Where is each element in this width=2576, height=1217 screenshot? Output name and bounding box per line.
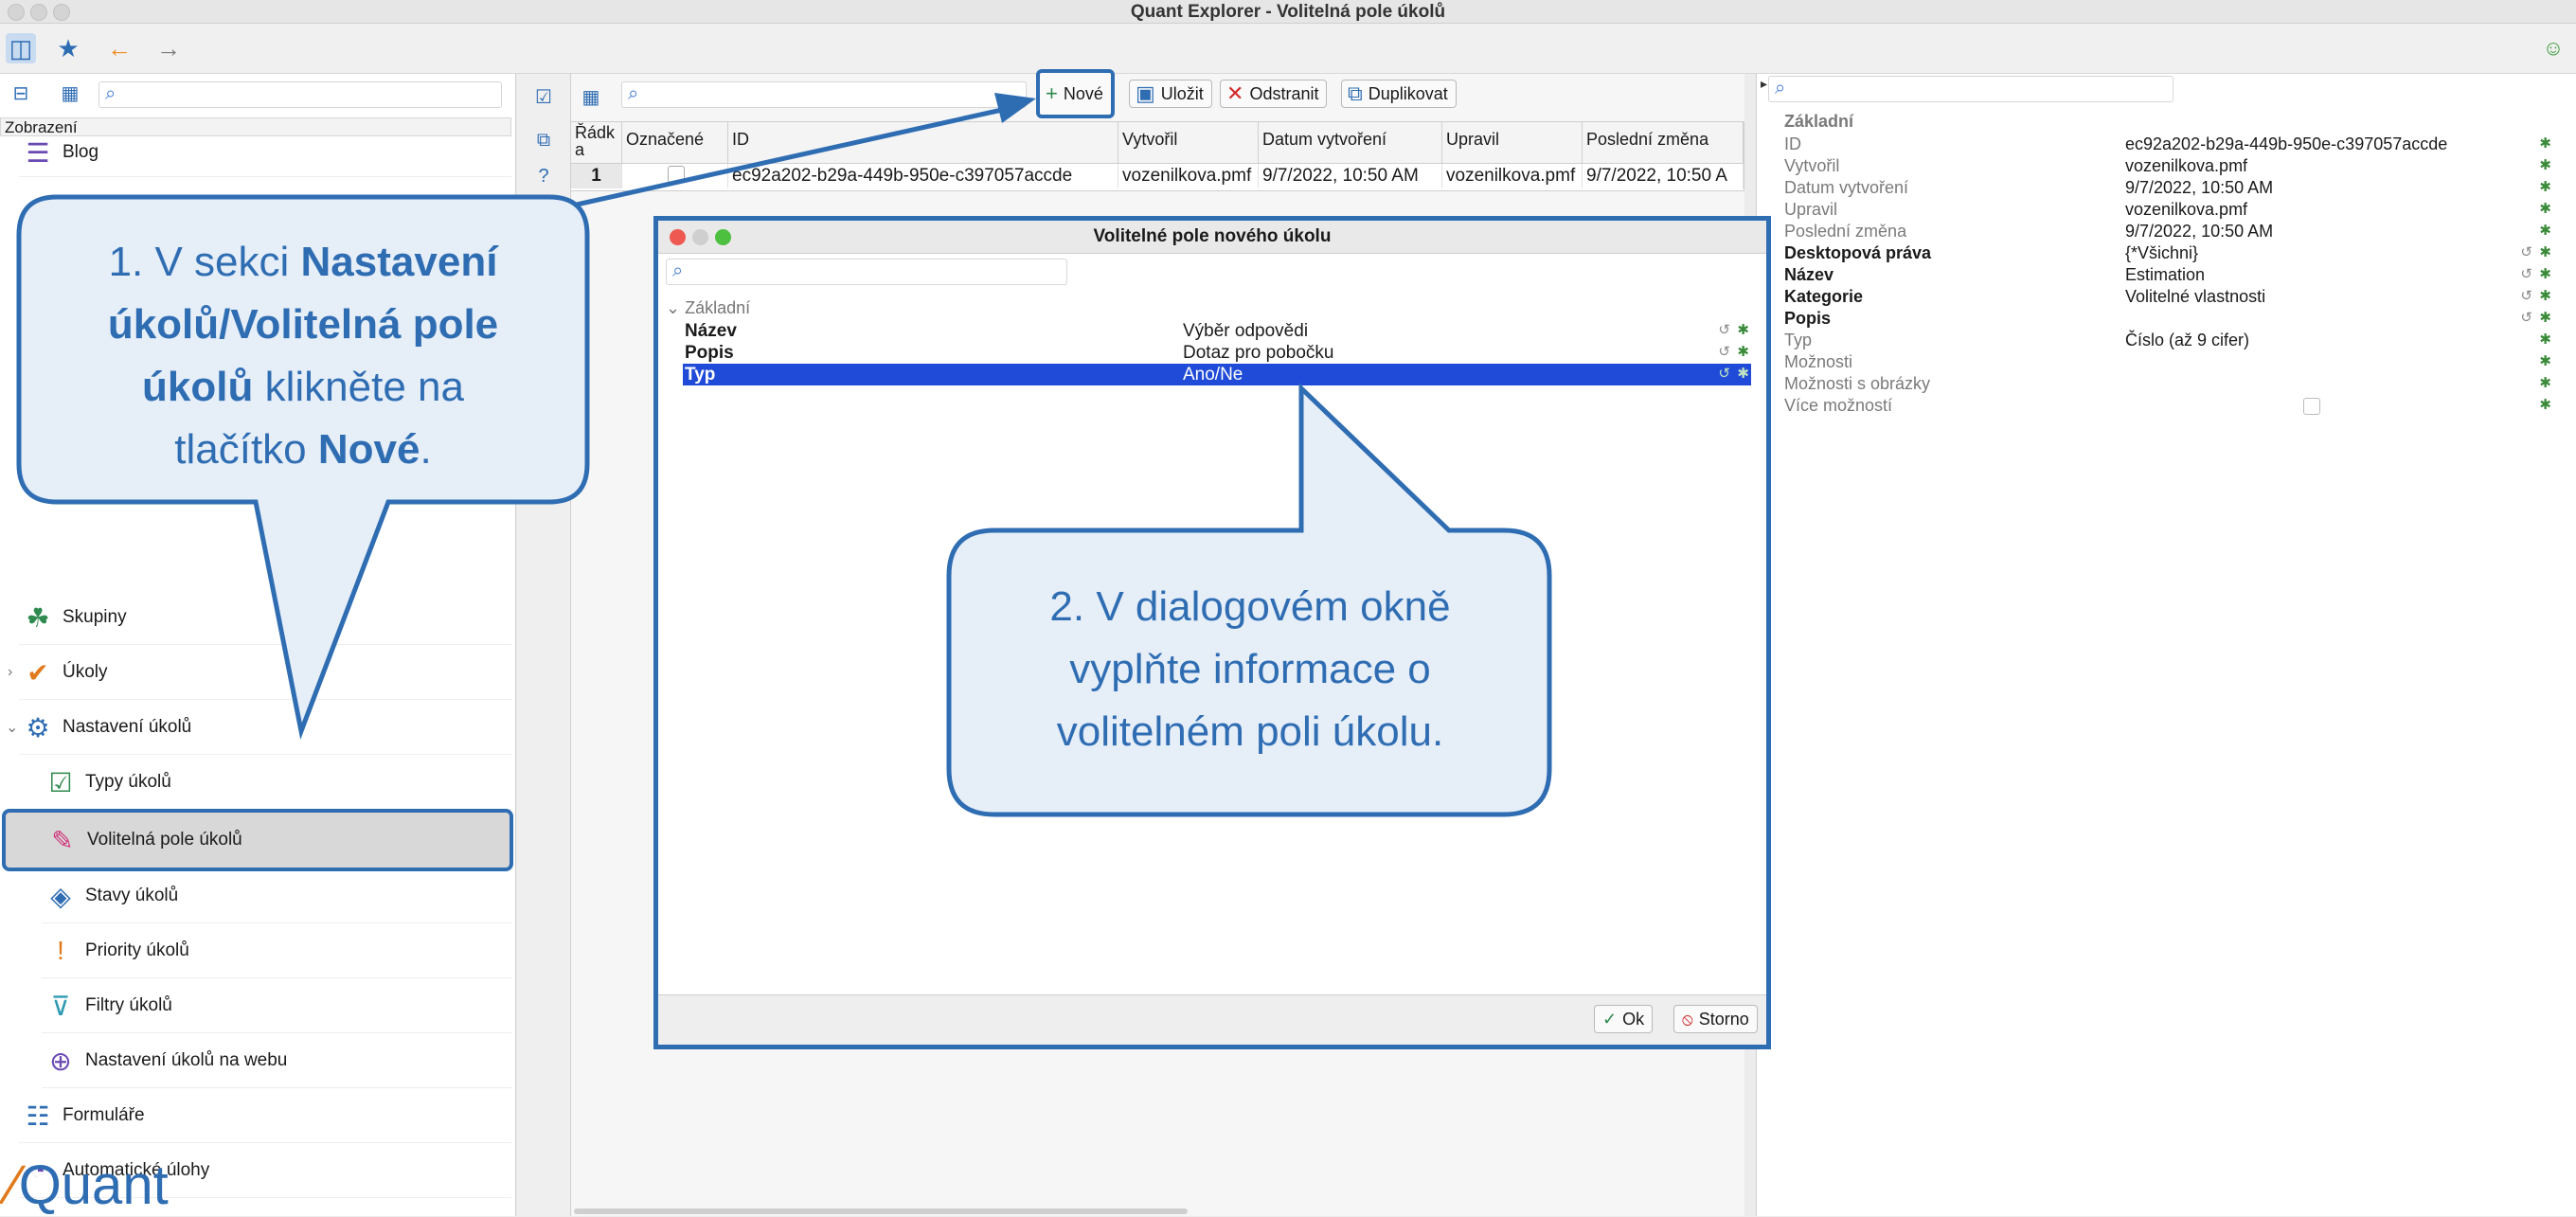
callout-line: úkolů/Volitelná pole [38,294,568,356]
callout-text-part: . [420,426,432,473]
callout-two-text: 2. V dialogovém okně vyplňte informace o… [966,576,1534,763]
callout-line: volitelném poli úkolu. [1056,708,1444,755]
callout-line: vyplňte informace o [1069,646,1431,692]
callout-text-part: 1. V sekci [108,239,301,285]
callout-one-text: 1. V sekci Nastavení úkolů/Volitelná pol… [38,231,568,481]
arrow-to-new-button [567,107,1003,209]
callout-text-bold: úkolů/Volitelná pole [107,301,499,348]
callout-line: tlačítko Nové. [38,419,568,481]
arrow-head-icon [994,93,1036,123]
callout-line: 1. V sekci Nastavení [38,231,568,294]
callout-text-part: tlačítko [174,426,318,473]
callout-text-bold: Nastavení [300,239,498,285]
callout-line: úkolů klikněte na [38,356,568,419]
callout-line: 2. V dialogovém okně [1049,583,1451,630]
callout-text-part: klikněte na [253,364,464,410]
callout-text-bold: úkolů [142,364,254,410]
callout-text-bold: Nové [317,426,420,473]
